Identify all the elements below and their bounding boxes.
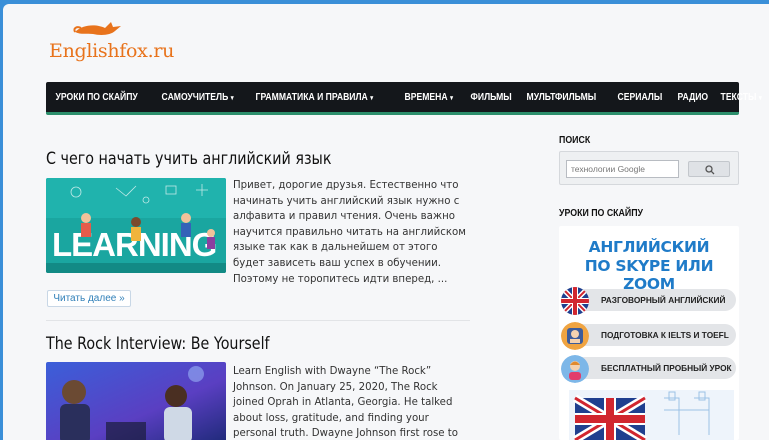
teacher-icon <box>561 355 589 383</box>
nav-item[interactable]: ФИЛЬМЫ <box>464 82 518 112</box>
nav-item-label: УРОКИ ПО СКАЙПУ <box>55 91 138 103</box>
pill-label: БЕСПЛАТНЫЙ ПРОБНЫЙ УРОК <box>601 363 732 373</box>
search-widget-title: ПОИСК <box>559 135 591 146</box>
chevron-down-icon: ▾ <box>759 95 763 102</box>
nav-item[interactable]: РАДИО <box>671 82 715 112</box>
london-illustration <box>569 390 734 440</box>
nav-item-label: ФИЛЬМЫ <box>470 91 512 103</box>
post-title[interactable]: С чего начать учить английский язык <box>46 149 331 169</box>
pill-conversational[interactable]: РАЗГОВОРНЫЙ АНГЛИЙСКИЙ <box>561 287 736 315</box>
nav-item[interactable]: УРОКИ ПО СКАЙПУ <box>49 82 144 112</box>
nav-item-label: ТЕКСТЫ <box>720 91 757 103</box>
fox-logo-icon <box>73 22 121 35</box>
nav-item-label: РАДИО <box>677 91 709 103</box>
search-button[interactable] <box>688 161 730 177</box>
nav-item[interactable]: ТЕКСТЫ ▾ <box>714 82 768 112</box>
nav-item[interactable]: СЕРИАЛЫ <box>611 82 669 112</box>
nav-item[interactable]: САМОУЧИТЕЛЬ ▾ <box>155 82 240 112</box>
site-logo[interactable]: Englishfox.ru <box>47 18 177 64</box>
promo-heading-line1: АНГЛИЙСКИЙ <box>588 238 710 256</box>
logo-text: Englishfox.ru <box>49 40 175 62</box>
skype-lessons-banner[interactable]: АНГЛИЙСКИЙ ПО SKYPE ИЛИ ZOOM РАЗГОВОРНЫЙ… <box>559 226 739 440</box>
promo-heading-line2: ПО SKYPE ИЛИ ZOOM <box>584 257 714 293</box>
nav-item[interactable]: ГРАММАТИКА И ПРАВИЛА ▾ <box>249 82 380 112</box>
post-thumbnail[interactable] <box>46 362 226 440</box>
pill-ielts-toefl[interactable]: ПОДГОТОВКА К IELTS И TOEFL <box>561 322 736 350</box>
post-excerpt: Learn English with Dwayne “The Rock” Joh… <box>233 366 458 440</box>
post-title[interactable]: The Rock Interview: Be Yourself <box>46 334 270 354</box>
nav-item-label: ГРАММАТИКА И ПРАВИЛА <box>255 91 368 103</box>
student-icon <box>561 322 589 350</box>
post-thumbnail[interactable]: LEARNING <box>46 178 226 273</box>
uk-flag-icon <box>561 287 589 315</box>
nav-item[interactable]: ВРЕМЕНА ▾ <box>398 82 460 112</box>
nav-item-label: МУЛЬТФИЛЬМЫ <box>526 91 596 103</box>
read-more-button[interactable]: Читать далее » <box>47 290 131 307</box>
search-widget: технологии Google <box>559 151 739 185</box>
pill-label: ПОДГОТОВКА К IELTS И TOEFL <box>601 330 729 340</box>
lessons-widget-title: УРОКИ ПО СКАЙПУ <box>559 208 644 219</box>
post-divider <box>46 320 470 321</box>
search-input[interactable]: технологии Google <box>566 160 679 178</box>
browser-page: Englishfox.ru УРОКИ ПО СКАЙПУ САМОУЧИТЕЛЬ… <box>3 4 769 440</box>
pill-free-trial[interactable]: БЕСПЛАТНЫЙ ПРОБНЫЙ УРОК <box>561 355 736 383</box>
interview-photo <box>46 362 226 440</box>
nav-item-label: САМОУЧИТЕЛЬ <box>161 91 229 103</box>
pill-label: РАЗГОВОРНЫЙ АНГЛИЙСКИЙ <box>601 295 726 305</box>
chevron-down-icon: ▾ <box>370 95 374 102</box>
learning-illustration: LEARNING <box>46 178 226 273</box>
search-icon <box>705 165 715 175</box>
chevron-down-icon: ▾ <box>450 95 454 102</box>
main-nav: УРОКИ ПО СКАЙПУ САМОУЧИТЕЛЬ ▾ ГРАММАТИКА И … <box>46 82 762 115</box>
nav-item-label: СЕРИАЛЫ <box>617 91 662 103</box>
nav-item[interactable]: МУЛЬТФИЛЬМЫ <box>520 82 603 112</box>
nav-item-label: ВРЕМЕНА <box>405 91 449 103</box>
post-excerpt: Привет, дорогие друзья. Естественно что … <box>233 180 466 285</box>
chevron-down-icon: ▾ <box>231 95 234 102</box>
